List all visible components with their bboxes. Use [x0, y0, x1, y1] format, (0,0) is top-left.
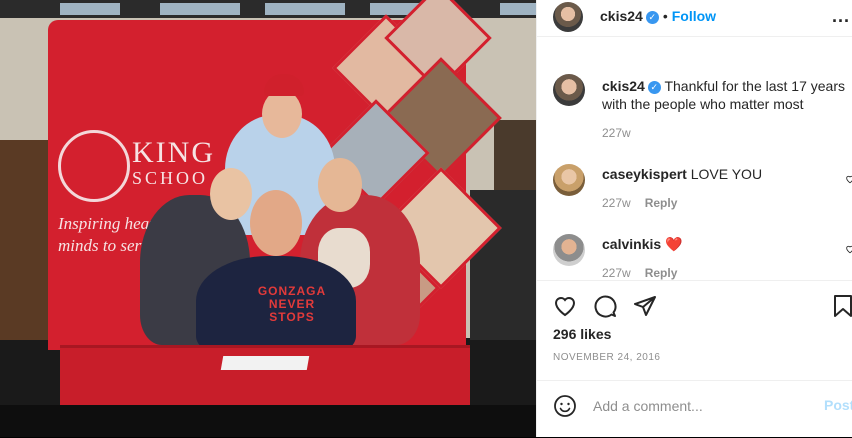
verified-badge-icon: ✓	[645, 11, 659, 24]
mother-head	[318, 158, 362, 212]
caption-age[interactable]: 227w	[602, 126, 631, 140]
like-comment-icon[interactable]	[845, 174, 852, 184]
school-logo	[58, 130, 130, 202]
comment-meta: 227w Reply	[602, 196, 677, 210]
comment-username[interactable]: caseykispert	[602, 166, 687, 182]
banner-logo-text: KING	[132, 136, 215, 169]
comment-meta: 227w Reply	[602, 266, 677, 280]
more-options-icon[interactable]: ...	[832, 6, 850, 27]
floor	[0, 405, 536, 437]
avatar[interactable]	[553, 2, 583, 32]
banner-logo-subtext: SCHOO	[132, 168, 209, 188]
window	[265, 3, 345, 15]
caption-avatar[interactable]	[553, 74, 585, 106]
reply-button[interactable]: Reply	[645, 196, 678, 210]
reply-button[interactable]: Reply	[645, 266, 678, 280]
emoji-icon[interactable]	[553, 394, 577, 418]
heart-icon[interactable]	[553, 294, 577, 318]
likes-count[interactable]: 296 likes	[553, 326, 611, 342]
action-bar-divider	[537, 280, 852, 282]
window	[500, 3, 536, 15]
bookmark-icon[interactable]	[833, 294, 852, 318]
add-comment-input[interactable]	[591, 395, 815, 417]
comment-text: ❤️	[665, 236, 683, 252]
add-comment-bar: Post	[537, 380, 852, 438]
comment: calvinkis ❤️	[602, 235, 852, 253]
verified-badge-icon: ✓	[647, 81, 661, 94]
comment-age[interactable]: 227w	[602, 196, 631, 210]
caption-username[interactable]: ckis24	[602, 78, 645, 94]
banner-tagline-2: minds to serv	[58, 236, 149, 255]
post-side-panel: ckis24 ✓ • Follow ... ckis24 ✓ Thankful for …	[536, 0, 852, 437]
comment-avatar[interactable]	[553, 164, 585, 196]
post-header: ckis24 ✓ • Follow ...	[537, 0, 852, 37]
comment-age[interactable]: 227w	[602, 266, 631, 280]
like-comment-icon[interactable]	[845, 244, 852, 254]
comment: caseykispert LOVE YOU	[602, 165, 852, 183]
post-comment-button[interactable]: Post	[824, 397, 852, 413]
window	[60, 3, 120, 15]
comment-username[interactable]: calvinkis	[602, 236, 661, 252]
comment-icon[interactable]	[593, 294, 617, 318]
shirt-text: GONZAGA NEVER STOPS	[257, 284, 327, 324]
comment-avatar[interactable]	[553, 234, 585, 266]
follow-button[interactable]: Follow	[672, 8, 716, 24]
comment-text: LOVE YOU	[690, 166, 763, 182]
father-head	[262, 90, 302, 138]
signing-table	[60, 345, 470, 408]
post-date: NOVEMBER 24, 2016	[553, 352, 661, 363]
signing-paper	[220, 356, 310, 370]
student-head	[250, 190, 302, 256]
caption: ckis24 ✓ Thankful for the last 17 years w…	[602, 77, 852, 113]
header-username[interactable]: ckis24	[600, 8, 643, 24]
header-user-line: ckis24 ✓ • Follow	[600, 8, 716, 26]
sister-head	[210, 168, 252, 220]
share-icon[interactable]	[633, 294, 657, 318]
window	[160, 3, 240, 15]
bookshelf	[0, 140, 48, 340]
post-photo[interactable]: KING SCHOO Inspiring heart minds to serv…	[0, 0, 536, 437]
separator-dot: •	[662, 8, 668, 24]
